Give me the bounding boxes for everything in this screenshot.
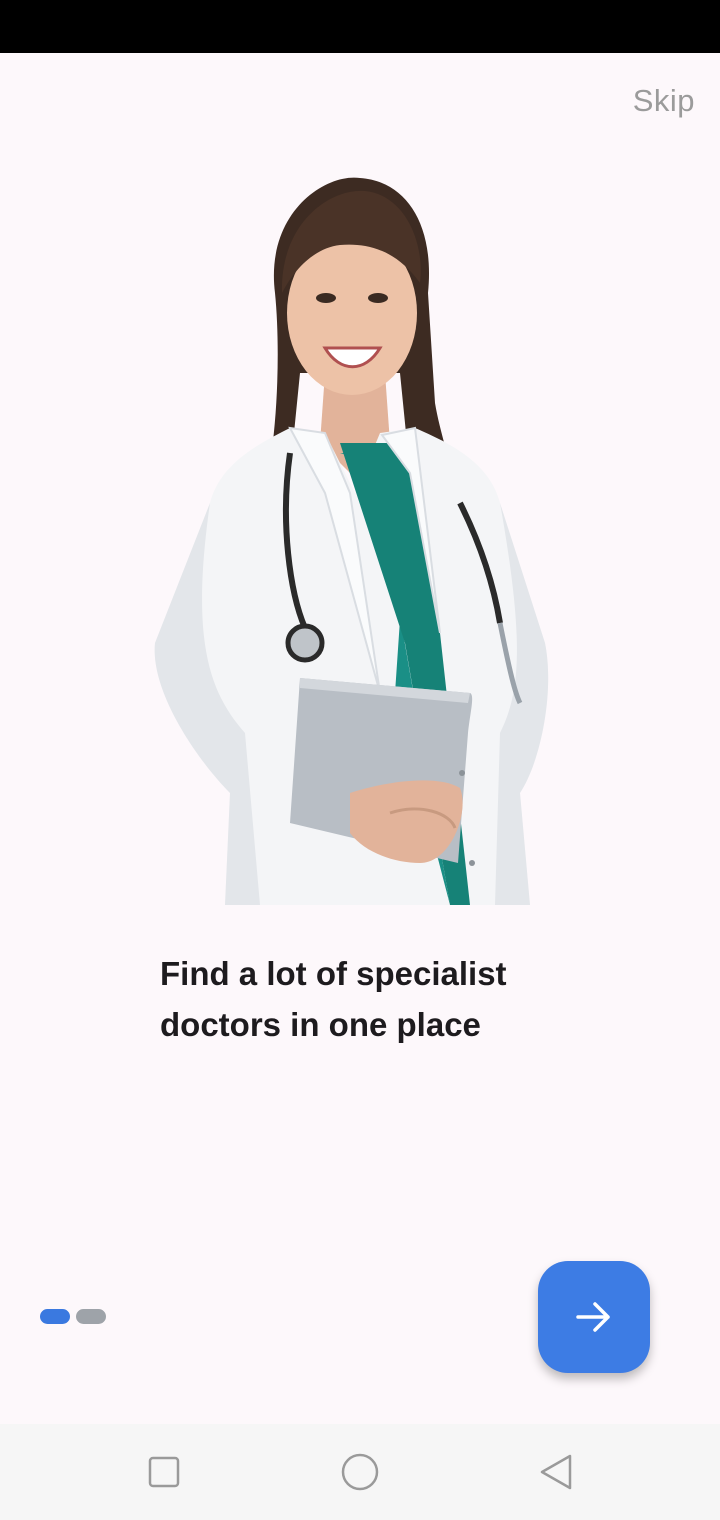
page-dot-active: [40, 1309, 70, 1324]
page-dot: [76, 1309, 106, 1324]
triangle-back-icon[interactable]: [536, 1452, 576, 1492]
onboarding-headline: Find a lot of specialist doctors in one …: [160, 955, 507, 1043]
square-recents-icon[interactable]: [144, 1452, 184, 1492]
skip-button[interactable]: Skip: [633, 83, 695, 119]
circle-home-icon[interactable]: [338, 1452, 382, 1492]
arrow-right-icon: [576, 1302, 610, 1332]
page-indicator: [40, 1309, 106, 1324]
next-button[interactable]: [538, 1261, 650, 1373]
onboarding-screen: Skip Find a lot of specialist doctors in…: [0, 53, 720, 1424]
doctor-illustration: [154, 177, 549, 905]
system-nav-bar: [0, 1424, 720, 1520]
status-bar: [0, 0, 720, 53]
